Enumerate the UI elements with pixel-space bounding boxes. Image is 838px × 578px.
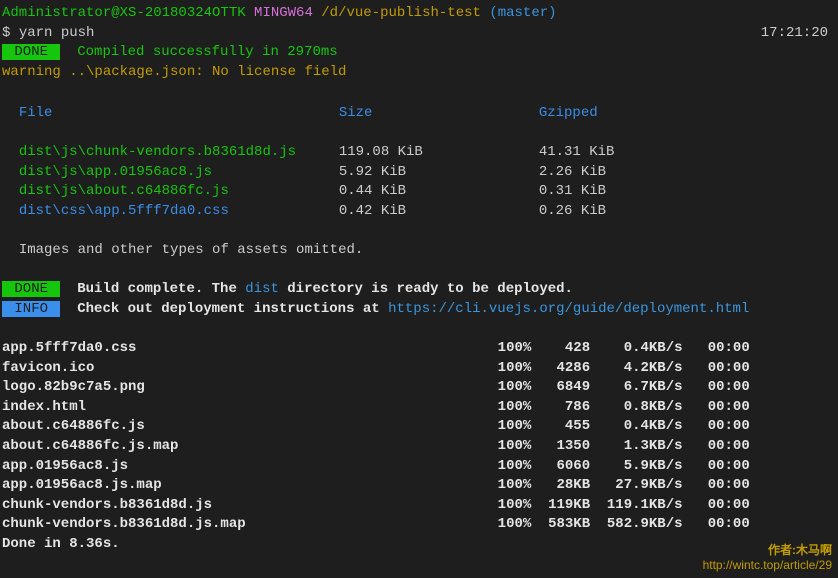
command-line: $ yarn push bbox=[2, 24, 836, 44]
asset-file: dist\css\app.5fff7da0.css bbox=[19, 202, 339, 222]
dist-word: dist bbox=[245, 281, 279, 297]
asset-row: dist\js\about.c64886fc.js0.44 KiB0.31 Ki… bbox=[2, 182, 836, 202]
done-badge: DONE bbox=[2, 44, 60, 60]
asset-size: 119.08 KiB bbox=[339, 143, 539, 163]
build-prefix: Build complete. The bbox=[77, 281, 245, 297]
upload-row: app.5fff7da0.css 100% 428 0.4KB/s 00:00 bbox=[2, 339, 836, 359]
timestamp: 17:21:20 bbox=[761, 24, 828, 44]
prompt-user: Administrator@XS-20180324OTTK bbox=[2, 5, 246, 21]
asset-size: 0.44 KiB bbox=[339, 182, 539, 202]
asset-size: 5.92 KiB bbox=[339, 163, 539, 183]
prompt-branch: (master) bbox=[489, 5, 556, 21]
upload-row: app.01956ac8.js 100% 6060 5.9KB/s 00:00 bbox=[2, 457, 836, 477]
compiled-msg: Compiled successfully in 2970ms bbox=[77, 44, 337, 60]
warning-line: warning ..\package.json: No license fiel… bbox=[2, 63, 836, 83]
blank-line bbox=[2, 320, 836, 340]
build-suffix: directory is ready to be deployed. bbox=[279, 281, 573, 297]
prompt-symbol: $ bbox=[2, 25, 10, 41]
blank-line bbox=[2, 261, 836, 281]
asset-gzip: 41.31 KiB bbox=[539, 143, 689, 163]
asset-row: dist\css\app.5fff7da0.css0.42 KiB0.26 Ki… bbox=[2, 202, 836, 222]
asset-gzip: 0.26 KiB bbox=[539, 202, 689, 222]
asset-size: 0.42 KiB bbox=[339, 202, 539, 222]
table-header: FileSizeGzipped bbox=[2, 104, 836, 124]
blank-line bbox=[2, 124, 836, 144]
asset-gzip: 2.26 KiB bbox=[539, 163, 689, 183]
header-size: Size bbox=[339, 104, 539, 124]
asset-gzip: 0.31 KiB bbox=[539, 182, 689, 202]
header-gzip: Gzipped bbox=[539, 104, 689, 124]
asset-file: dist\js\chunk-vendors.b8361d8d.js bbox=[19, 143, 339, 163]
blank-line bbox=[2, 82, 836, 102]
build-complete-line: DONE Build complete. The dist directory … bbox=[2, 280, 836, 300]
deploy-url: https://cli.vuejs.org/guide/deployment.h… bbox=[388, 301, 749, 317]
blank-line bbox=[2, 222, 836, 242]
asset-row: dist\js\app.01956ac8.js5.92 KiB2.26 KiB bbox=[2, 163, 836, 183]
watermark-author: 作者:木马啊 bbox=[703, 543, 832, 557]
upload-row: about.c64886fc.js 100% 455 0.4KB/s 00:00 bbox=[2, 417, 836, 437]
upload-row: chunk-vendors.b8361d8d.js.map 100% 583KB… bbox=[2, 515, 836, 535]
info-badge: INFO bbox=[2, 301, 60, 317]
upload-row: index.html 100% 786 0.8KB/s 00:00 bbox=[2, 398, 836, 418]
prompt-path: /d/vue-publish-test bbox=[321, 5, 481, 21]
header-file: File bbox=[19, 104, 339, 124]
upload-row: chunk-vendors.b8361d8d.js 100% 119KB 119… bbox=[2, 496, 836, 516]
watermark: 作者:木马啊 http://wintc.top/article/29 bbox=[703, 543, 832, 572]
upload-row: logo.82b9c7a5.png 100% 6849 6.7KB/s 00:0… bbox=[2, 378, 836, 398]
asset-file: dist\js\about.c64886fc.js bbox=[19, 182, 339, 202]
asset-row: dist\js\chunk-vendors.b8361d8d.js119.08 … bbox=[2, 143, 836, 163]
deploy-prefix: Check out deployment instructions at bbox=[77, 301, 388, 317]
watermark-url: http://wintc.top/article/29 bbox=[703, 558, 832, 572]
done-badge: DONE bbox=[2, 281, 60, 297]
command-text: yarn push bbox=[19, 25, 95, 41]
upload-row: favicon.ico 100% 4286 4.2KB/s 00:00 bbox=[2, 359, 836, 379]
deploy-info-line: INFO Check out deployment instructions a… bbox=[2, 300, 836, 320]
omitted-line: Images and other types of assets omitted… bbox=[2, 241, 836, 261]
prompt-line: Administrator@XS-20180324OTTK MINGW64 /d… bbox=[2, 4, 836, 24]
terminal[interactable]: Administrator@XS-20180324OTTK MINGW64 /d… bbox=[2, 4, 836, 555]
prompt-mingw: MINGW64 bbox=[254, 5, 313, 21]
compiled-line: DONE Compiled successfully in 2970ms bbox=[2, 43, 836, 63]
upload-row: app.01956ac8.js.map 100% 28KB 27.9KB/s 0… bbox=[2, 476, 836, 496]
asset-table: FileSizeGzipped dist\js\chunk-vendors.b8… bbox=[2, 104, 836, 222]
upload-row: about.c64886fc.js.map 100% 1350 1.3KB/s … bbox=[2, 437, 836, 457]
asset-file: dist\js\app.01956ac8.js bbox=[19, 163, 339, 183]
